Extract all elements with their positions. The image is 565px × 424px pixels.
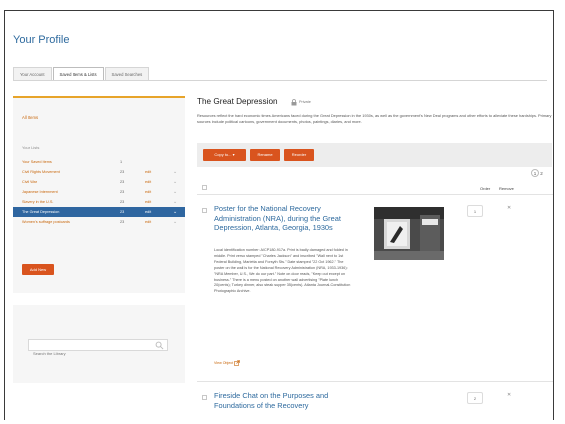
- list-item[interactable]: Japanese Internment 23 edit ⌄: [13, 187, 185, 197]
- list-toolbar: Copy to... ▾ Rename Reorder: [197, 143, 552, 167]
- item-checkbox[interactable]: [202, 208, 207, 213]
- edit-link[interactable]: edit: [145, 210, 151, 214]
- order-input[interactable]: 2: [467, 392, 483, 404]
- remove-item-button[interactable]: ✕: [507, 392, 511, 398]
- item-description: Local identification number: A/CP180-917…: [214, 248, 351, 294]
- list-name: Slavery in the U.S.: [22, 200, 54, 204]
- search-icon[interactable]: [155, 341, 164, 350]
- list-count: 23: [120, 170, 125, 174]
- view-object-link[interactable]: View Object: [214, 361, 233, 365]
- profile-tabs: Your Account Saved Items & Lists Saved S…: [13, 67, 150, 81]
- remove-item-button[interactable]: ✕: [507, 205, 511, 211]
- list-title: The Great Depression: [197, 97, 278, 106]
- library-search-field[interactable]: [28, 339, 168, 359]
- reorder-button[interactable]: Reorder: [284, 149, 314, 161]
- photo-thumbnail-image: [374, 207, 444, 260]
- library-search-panel: [13, 305, 185, 383]
- order-input[interactable]: 1: [467, 205, 483, 217]
- list-item-card: Poster for the National Recovery Adminis…: [197, 194, 552, 381]
- list-item-card: Fireside Chat on the Purposes and Founda…: [197, 381, 552, 424]
- select-all-checkbox[interactable]: [202, 185, 207, 190]
- list-count: 23: [120, 200, 125, 204]
- page-2-link[interactable]: 2: [540, 171, 543, 176]
- edit-link[interactable]: edit: [145, 180, 151, 184]
- tab-saved-searches[interactable]: Saved Searches: [104, 67, 150, 81]
- list-item[interactable]: Your Saved Items 1: [13, 157, 185, 167]
- page-1-link[interactable]: 1: [531, 169, 539, 177]
- list-item-active[interactable]: The Great Depression 23 edit ⌄: [13, 207, 185, 217]
- list-count: 23: [120, 220, 125, 224]
- tab-your-account[interactable]: Your Account: [13, 67, 52, 81]
- page-title: Your Profile: [13, 34, 70, 46]
- your-lists-heading: Your Lists: [22, 145, 40, 150]
- lists-list: Your Saved Items 1 Civil Rights Movement…: [13, 157, 185, 227]
- edit-link[interactable]: edit: [145, 200, 151, 204]
- list-count: 23: [120, 190, 125, 194]
- list-name: Civil War: [22, 180, 38, 184]
- lock-icon: [291, 99, 297, 106]
- tab-saved-items-lists[interactable]: Saved Items & Lists: [52, 67, 104, 81]
- list-item[interactable]: Civil Rights Movement 23 edit ⌄: [13, 167, 185, 177]
- rename-button[interactable]: Rename: [250, 149, 280, 161]
- chevron-down-icon[interactable]: ⌄: [173, 219, 177, 225]
- list-name: Women's suffrage postcards: [22, 220, 70, 224]
- list-name: Japanese Internment: [22, 190, 58, 194]
- list-count: 1: [120, 160, 123, 164]
- edit-link[interactable]: edit: [145, 220, 151, 224]
- copy-to-button[interactable]: Copy to... ▾: [203, 149, 246, 161]
- order-column-header: Order: [480, 186, 491, 191]
- list-description: Resources reflect the hard economic time…: [197, 113, 552, 124]
- item-checkbox[interactable]: [202, 395, 207, 400]
- chevron-down-icon[interactable]: ⌄: [173, 179, 177, 185]
- search-input[interactable]: [29, 348, 149, 359]
- list-name: Civil Rights Movement: [22, 170, 60, 174]
- chevron-down-icon[interactable]: ⌄: [173, 199, 177, 205]
- list-name: Your Saved Items: [22, 160, 52, 164]
- list-item[interactable]: Civil War 23 edit ⌄: [13, 177, 185, 187]
- remove-column-header: Remove: [499, 186, 514, 191]
- edit-link[interactable]: edit: [145, 190, 151, 194]
- all-items-link[interactable]: All Items: [13, 98, 185, 134]
- chevron-down-icon[interactable]: ⌄: [173, 189, 177, 195]
- edit-link[interactable]: edit: [145, 170, 151, 174]
- item-title-link[interactable]: Fireside Chat on the Purposes and Founda…: [214, 391, 354, 410]
- lists-sidebar: All Items Your Lists Your Saved Items 1 …: [13, 96, 185, 293]
- item-title-link[interactable]: Poster for the National Recovery Adminis…: [214, 204, 354, 233]
- pagination: 1 2: [531, 169, 543, 177]
- item-thumbnail[interactable]: [374, 207, 444, 260]
- list-count: 23: [120, 210, 125, 214]
- all-items-label: All Items: [22, 115, 39, 120]
- tab-divider: [13, 80, 547, 81]
- chevron-down-icon[interactable]: ⌄: [173, 209, 177, 215]
- list-item[interactable]: Women's suffrage postcards 23 edit ⌄: [13, 217, 185, 227]
- list-count: 23: [120, 180, 125, 184]
- list-name: The Great Depression: [22, 210, 60, 214]
- list-item[interactable]: Slavery in the U.S. 23 edit ⌄: [13, 197, 185, 207]
- add-new-button[interactable]: Add New: [22, 264, 54, 275]
- chevron-down-icon[interactable]: ⌄: [173, 169, 177, 175]
- privacy-label: Private: [299, 100, 311, 104]
- external-link-icon[interactable]: [234, 360, 240, 366]
